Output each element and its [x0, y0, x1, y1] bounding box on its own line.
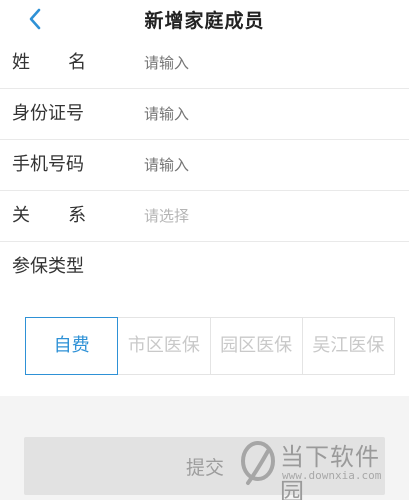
- id-number-input[interactable]: [144, 89, 394, 139]
- insurance-option-park[interactable]: 园区医保: [210, 317, 303, 375]
- back-button[interactable]: [20, 4, 50, 34]
- name-row: 姓 名: [0, 38, 409, 89]
- name-input[interactable]: [144, 38, 394, 88]
- relation-label: 关 系: [12, 205, 103, 226]
- relation-row[interactable]: 关 系 请选择: [0, 191, 409, 242]
- relation-select[interactable]: 请选择: [144, 191, 394, 241]
- phone-input[interactable]: [144, 140, 394, 190]
- watermark-logo-icon: [241, 441, 275, 485]
- insurance-option-city[interactable]: 市区医保: [118, 317, 211, 375]
- member-form: 姓 名 身份证号 手机号码 关 系 请选择 参保类型: [0, 38, 409, 294]
- insurance-option-self-pay[interactable]: 自费: [25, 317, 119, 375]
- chevron-left-icon: [29, 8, 41, 30]
- watermark: 当下软件园 www.downxia.com: [240, 435, 400, 500]
- id-number-label: 身份证号: [12, 103, 84, 124]
- insurance-type-label: 参保类型: [12, 256, 84, 277]
- name-label: 姓 名: [12, 52, 103, 73]
- watermark-url: www.downxia.com: [282, 469, 382, 482]
- phone-label: 手机号码: [12, 154, 84, 175]
- insurance-option-wujiang[interactable]: 吴江医保: [302, 317, 395, 375]
- insurance-segmented-control: 自费 市区医保 园区医保 吴江医保: [25, 317, 395, 375]
- page-title: 新增家庭成员: [144, 9, 265, 32]
- id-number-row: 身份证号: [0, 89, 409, 140]
- insurance-type-row: 参保类型: [0, 242, 409, 293]
- phone-row: 手机号码: [0, 140, 409, 191]
- insurance-options-area: 自费 市区医保 园区医保 吴江医保: [0, 294, 409, 396]
- nav-bar: 新增家庭成员: [0, 0, 409, 38]
